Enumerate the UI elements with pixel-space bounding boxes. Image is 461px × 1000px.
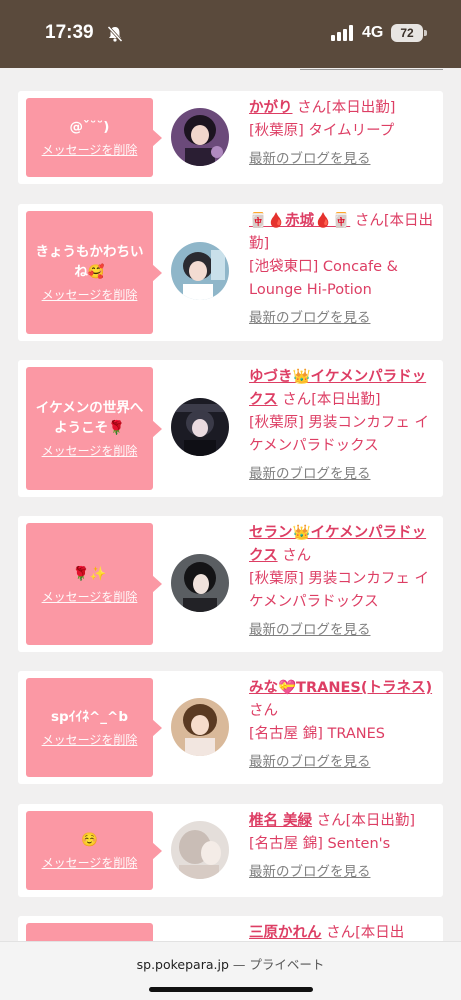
work-status: [本日出勤] <box>311 392 381 408</box>
shop-name[interactable]: [秋葉原] 男装コンカフェ イケメンパラドックス <box>249 412 437 458</box>
message-text: @ˇ˘˘) <box>69 119 110 135</box>
avatar[interactable] <box>171 698 229 756</box>
delete-message-link[interactable]: メッセージを削除 <box>42 588 138 605</box>
cast-name-link[interactable]: かがり <box>249 100 293 116</box>
domain: sp.pokepara.jp <box>136 957 229 972</box>
delete-message-link[interactable]: メッセージを削除 <box>42 731 138 748</box>
message-card: @ˇ˘˘) メッセージを削除 かがり さん[本日出勤] [秋葉原] タイムリープ… <box>18 91 443 184</box>
network-type: 4G <box>362 24 384 41</box>
delete-message-link[interactable]: メッセージを削除 <box>42 286 138 303</box>
message-bubble: ☺️ メッセージを削除 <box>26 811 162 890</box>
shop-name[interactable]: [秋葉原] 男装コンカフェ イケメンパラドックス <box>249 568 437 614</box>
cast-name-link[interactable]: 🀄🩸赤城🩸🀄 <box>249 213 350 229</box>
message-text: 🌹✨ <box>72 565 107 582</box>
status-bar: 17:39 4G 72 <box>0 0 461 68</box>
work-status: [本日出勤] <box>345 813 415 829</box>
shop-name[interactable]: [名古屋 錦] Senten's <box>249 833 437 856</box>
cast-info: ゆづき👑イケメンパラドックス さん[本日出勤] [秋葉原] 男装コンカフェ イケ… <box>249 366 437 486</box>
message-bubble: spｲｲﾈ^_^b メッセージを削除 <box>26 678 162 777</box>
message-text: ☺️ <box>81 832 98 848</box>
message-text: spｲｲﾈ^_^b <box>51 709 128 725</box>
message-card: きょうもかわちいね🥰 メッセージを削除 🀄🩸赤城🩸🀄 さん[本日出勤] [池袋東… <box>18 204 443 341</box>
cast-name-link[interactable]: みな💝TRANES(トラネス) <box>249 680 432 696</box>
honorific: さん <box>249 703 278 719</box>
avatar[interactable] <box>171 108 229 166</box>
message-text: きょうもかわちいね🥰 <box>35 244 144 280</box>
honorific: さん <box>282 392 312 408</box>
avatar[interactable] <box>171 398 229 456</box>
cast-name-link[interactable]: 椎名 美緑 <box>249 813 312 829</box>
message-bubble: 🌹✨ メッセージを削除 <box>26 523 162 645</box>
message-card: イケメンの世界へようこそ🌹 メッセージを削除 ゆづき👑イケメンパラドックス さん… <box>18 360 443 497</box>
shop-name[interactable]: [池袋東口] Concafe & Lounge Hi-Potion <box>249 256 437 302</box>
latest-blog-link[interactable]: 最新のブログを見る <box>249 463 437 486</box>
bell-muted-icon <box>107 25 123 43</box>
message-card: 🌹✨ メッセージを削除 セラン👑イケメンパラドックス さん [秋葉原] 男装コン… <box>18 516 443 652</box>
shop-name[interactable]: [秋葉原] タイムリープ <box>249 120 437 143</box>
cast-info: 🀄🩸赤城🩸🀄 さん[本日出勤] [池袋東口] Concafe & Lounge … <box>249 210 437 330</box>
message-text: イケメンの世界へようこそ🌹 <box>35 400 144 436</box>
work-status: [本日出 <box>355 925 405 941</box>
honorific: さん <box>316 813 346 829</box>
latest-blog-link[interactable]: 最新のブログを見る <box>249 619 437 642</box>
honorific: さん <box>326 925 356 941</box>
delete-message-link[interactable]: メッセージを削除 <box>42 854 138 871</box>
delete-message-link[interactable]: メッセージを削除 <box>42 141 138 158</box>
message-bubble: きょうもかわちいね🥰 メッセージを削除 <box>26 211 162 334</box>
avatar[interactable] <box>171 554 229 612</box>
cast-name-link[interactable]: セラン👑イケメンパラドックス <box>249 525 426 564</box>
cast-info: セラン👑イケメンパラドックス さん [秋葉原] 男装コンカフェ イケメンパラドッ… <box>249 522 437 642</box>
cellular-signal-icon <box>331 25 353 41</box>
latest-blog-link[interactable]: 最新のブログを見る <box>249 307 437 330</box>
home-indicator[interactable] <box>149 987 313 992</box>
battery-cap <box>424 30 427 36</box>
latest-blog-link[interactable]: 最新のブログを見る <box>249 148 437 171</box>
avatar[interactable] <box>171 821 229 879</box>
avatar[interactable] <box>171 242 229 300</box>
cast-info: かがり さん[本日出勤] [秋葉原] タイムリープ 最新のブログを見る <box>249 97 437 171</box>
divider <box>300 69 443 70</box>
delete-message-link[interactable]: メッセージを削除 <box>42 442 138 459</box>
latest-blog-link[interactable]: 最新のブログを見る <box>249 751 437 774</box>
battery-icon: 72 <box>391 24 423 42</box>
honorific: さん <box>297 100 327 116</box>
message-card: ☺️ メッセージを削除 椎名 美緑 さん[本日出勤] [名古屋 錦] Sente… <box>18 804 443 897</box>
work-status: [本日出勤] <box>326 100 396 116</box>
message-bubble: イケメンの世界へようこそ🌹 メッセージを削除 <box>26 367 162 490</box>
honorific: さん <box>354 213 384 229</box>
honorific: さん <box>282 548 312 564</box>
cast-name-link[interactable]: 三原かれん <box>249 925 322 941</box>
url-display[interactable]: sp.pokepara.jp — プライベート <box>0 954 461 973</box>
browser-address-bar[interactable]: sp.pokepara.jp — プライベート <box>0 941 461 1000</box>
latest-blog-link[interactable]: 最新のブログを見る <box>249 861 437 884</box>
clock: 17:39 <box>45 22 94 43</box>
message-bubble: @ˇ˘˘) メッセージを削除 <box>26 98 162 177</box>
message-card: spｲｲﾈ^_^b メッセージを削除 みな💝TRANES(トラネス) さん [名… <box>18 671 443 784</box>
private-label: — プライベート <box>232 957 325 972</box>
cast-info: 椎名 美緑 さん[本日出勤] [名古屋 錦] Senten's 最新のブログを見… <box>249 810 437 884</box>
cast-info: みな💝TRANES(トラネス) さん [名古屋 錦] TRANES 最新のブログ… <box>249 677 437 774</box>
shop-name[interactable]: [名古屋 錦] TRANES <box>249 723 437 746</box>
